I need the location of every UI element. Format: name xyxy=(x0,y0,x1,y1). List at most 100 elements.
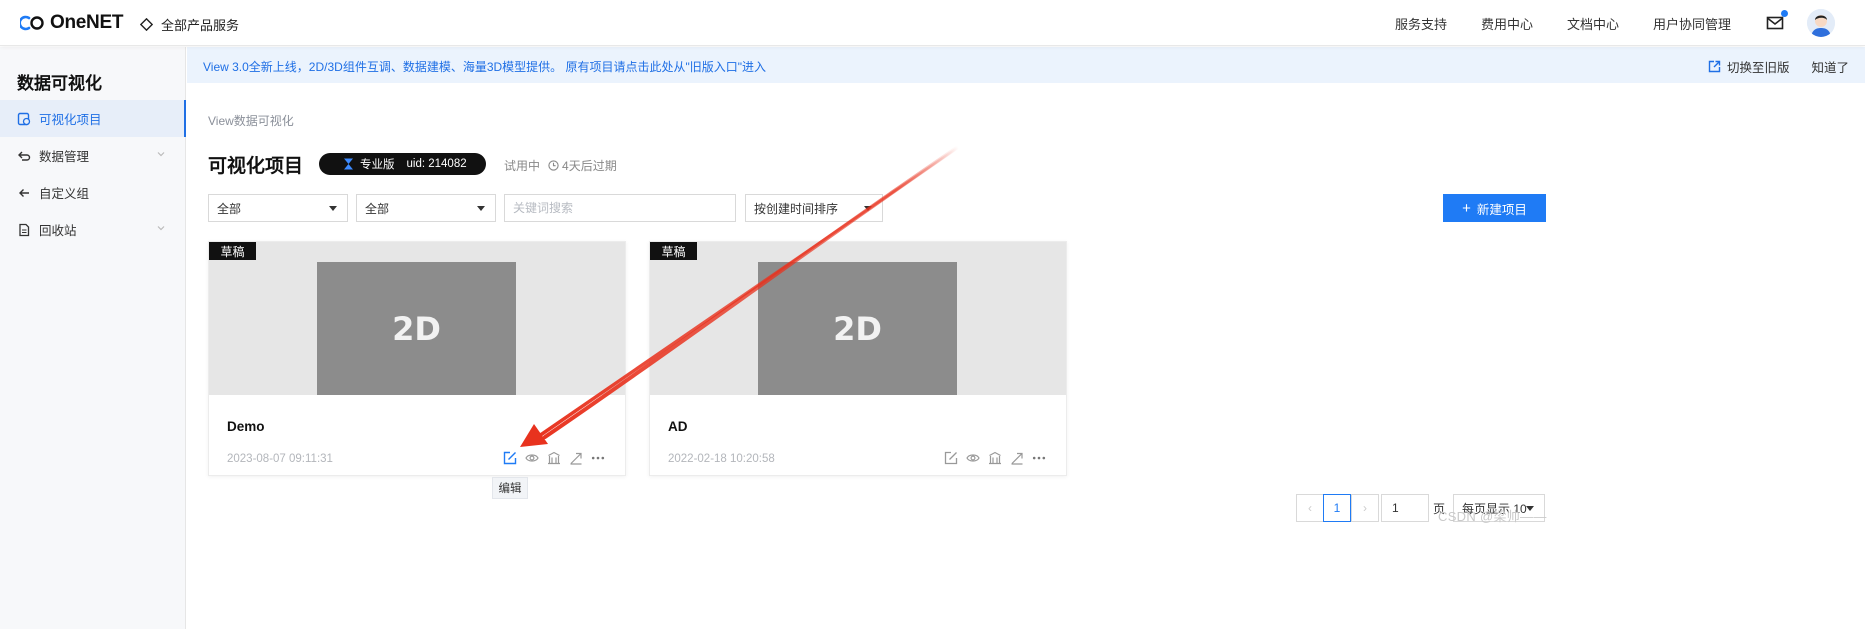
page-jump-input[interactable]: 1 xyxy=(1381,494,1429,522)
eye-icon xyxy=(525,454,539,462)
project-card-demo[interactable]: 2D 草稿 Demo 2023-08-07 09:11:31 xyxy=(208,241,626,476)
top-nav: 服务支持 费用中心 文档中心 用户协同管理 xyxy=(1395,0,1865,46)
draft-badge: 草稿 xyxy=(650,242,697,260)
notice-text[interactable]: View 3.0全新上线，2D/3D组件互调、数据建模、海量3D模型提供。 原有… xyxy=(203,58,766,75)
share-icon xyxy=(570,452,582,465)
plan-badge: 专业版 uid: 214082 xyxy=(319,153,486,175)
filter-select-1[interactable]: 全部 xyxy=(208,194,348,222)
more-icon xyxy=(591,456,605,460)
document-icon xyxy=(17,223,31,237)
preview-button[interactable] xyxy=(525,451,539,465)
sidebar-item-custom-group[interactable]: 自定义组 xyxy=(0,174,186,211)
building-icon xyxy=(548,451,560,465)
notice-banner: View 3.0全新上线，2D/3D组件互调、数据建模、海量3D模型提供。 原有… xyxy=(187,47,1865,83)
publish-button[interactable] xyxy=(988,451,1002,465)
project-created-time: 2023-08-07 09:11:31 xyxy=(227,453,333,465)
watermark: CSDN @梁帅—— xyxy=(1438,509,1547,524)
page-button-current[interactable]: 1 xyxy=(1323,494,1351,522)
publish-button[interactable] xyxy=(547,451,561,465)
chevron-down-icon xyxy=(157,152,165,157)
sidebar-item-label: 回收站 xyxy=(39,224,77,238)
top-bar: OneNET 全部产品服务 服务支持 费用中心 文档中心 用户协同管理 xyxy=(0,0,1865,46)
project-name: AD xyxy=(668,419,688,434)
filter-select-value: 全部 xyxy=(365,201,390,216)
share-icon xyxy=(1011,452,1023,465)
nav-billing-center[interactable]: 费用中心 xyxy=(1481,14,1533,33)
edit-button[interactable] xyxy=(503,451,517,465)
filter-select-value: 全部 xyxy=(217,201,242,216)
nav-docs-center[interactable]: 文档中心 xyxy=(1567,14,1619,33)
dismiss-notice-button[interactable]: 知道了 xyxy=(1811,57,1849,76)
sidebar-item-visual-projects[interactable]: 可视化项目 xyxy=(0,100,186,137)
switch-old-version-link[interactable]: 切换至旧版 xyxy=(1708,57,1790,76)
switch-old-label: 切换至旧版 xyxy=(1726,61,1790,75)
notification-dot xyxy=(1781,10,1788,17)
all-products-menu[interactable]: 全部产品服务 xyxy=(140,15,239,34)
project-created-time: 2022-02-18 10:20:58 xyxy=(668,453,775,465)
plus-icon: + xyxy=(1462,199,1471,217)
all-products-label: 全部产品服务 xyxy=(161,18,240,33)
expire-label: 4天后过期 xyxy=(562,159,617,173)
trial-status: 试用中 4天后过期 xyxy=(504,157,617,174)
sort-select-value: 按创建时间排序 xyxy=(754,201,839,216)
notice-actions: 切换至旧版 知道了 xyxy=(1708,57,1849,76)
thumbnail-label: 2D xyxy=(758,262,957,395)
more-button[interactable] xyxy=(591,451,605,465)
nav-service-support[interactable]: 服务支持 xyxy=(1395,14,1447,33)
return-icon xyxy=(17,149,31,163)
project-thumbnail[interactable]: 2D xyxy=(650,242,1066,395)
avatar-icon xyxy=(1807,9,1835,37)
sidebar-item-label: 可视化项目 xyxy=(39,113,102,127)
thumbnail-label: 2D xyxy=(317,262,516,395)
sidebar-item-label: 数据管理 xyxy=(39,150,90,164)
share-button[interactable] xyxy=(1010,451,1024,465)
logo-text: OneNET xyxy=(50,12,124,33)
sidebar-item-recycle-bin[interactable]: 回收站 xyxy=(0,211,186,248)
draft-badge: 草稿 xyxy=(209,242,256,260)
prev-page-button[interactable]: ‹ xyxy=(1296,494,1324,522)
arrow-left-icon xyxy=(17,186,31,200)
caret-down-icon xyxy=(477,206,485,211)
sidebar: 数据可视化 可视化项目 数据管理 自定义组 回收站 xyxy=(0,47,186,629)
more-button[interactable] xyxy=(1032,451,1046,465)
clock-icon xyxy=(548,160,559,171)
project-card-ad[interactable]: 2D 草稿 AD 2022-02-18 10:20:58 xyxy=(649,241,1067,476)
building-icon xyxy=(989,451,1001,465)
more-icon xyxy=(1032,456,1046,460)
keyword-search-input[interactable] xyxy=(504,194,736,222)
edit-icon xyxy=(944,451,958,465)
sidebar-item-data-management[interactable]: 数据管理 xyxy=(0,137,186,174)
caret-down-icon xyxy=(329,206,337,211)
share-button[interactable] xyxy=(569,451,583,465)
onenet-logo-icon xyxy=(20,15,44,31)
diamond-icon xyxy=(140,18,153,31)
preview-button[interactable] xyxy=(966,451,980,465)
new-project-label: 新建项目 xyxy=(1476,202,1527,217)
card-actions xyxy=(503,451,605,465)
filter-select-2[interactable]: 全部 xyxy=(356,194,496,222)
project-name: Demo xyxy=(227,419,265,434)
card-actions xyxy=(944,451,1046,465)
avatar[interactable] xyxy=(1807,9,1835,37)
trial-label: 试用中 xyxy=(504,159,541,173)
new-project-button[interactable]: + 新建项目 xyxy=(1443,194,1546,222)
next-page-button[interactable]: › xyxy=(1351,494,1379,522)
edit-tooltip: 编辑 xyxy=(492,477,528,499)
project-thumbnail[interactable]: 2D xyxy=(209,242,625,395)
chevron-down-icon xyxy=(157,226,165,231)
sidebar-title: 数据可视化 xyxy=(17,74,102,93)
uid-label: uid: 214082 xyxy=(406,158,467,170)
page-title: 可视化项目 xyxy=(208,156,304,177)
edit-button[interactable] xyxy=(944,451,958,465)
nav-user-collab[interactable]: 用户协同管理 xyxy=(1653,14,1731,33)
sort-select[interactable]: 按创建时间排序 xyxy=(745,194,883,222)
mail-button[interactable] xyxy=(1765,10,1788,33)
external-link-icon xyxy=(1708,60,1721,73)
plan-label: 专业版 xyxy=(360,159,395,171)
onenet-logo[interactable]: OneNET xyxy=(20,12,123,34)
eye-icon xyxy=(966,454,980,462)
edit-icon xyxy=(503,451,517,465)
breadcrumb[interactable]: View数据可视化 xyxy=(208,112,294,129)
sidebar-item-label: 自定义组 xyxy=(39,187,90,201)
caret-down-icon xyxy=(864,206,872,211)
